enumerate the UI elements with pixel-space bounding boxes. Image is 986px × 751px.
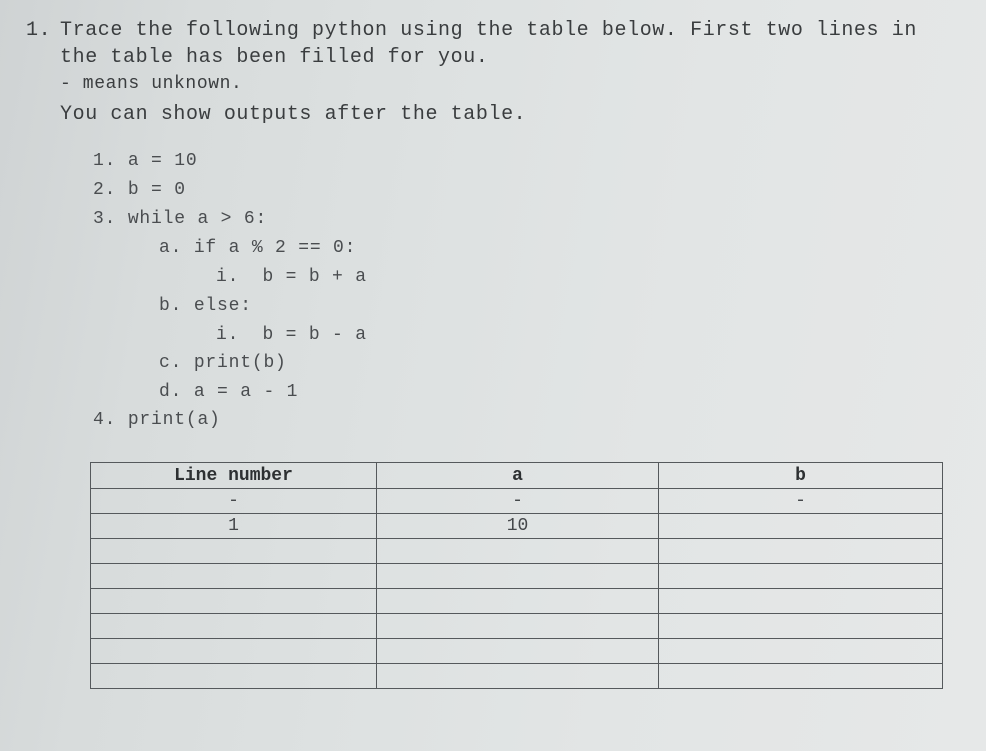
cell-b[interactable] [658,663,943,689]
table-row [90,563,943,589]
table-row [90,638,943,664]
table-row [90,588,943,614]
question-text-line-1: Trace the following python using the tab… [60,19,917,42]
question-text-line-4: You can show outputs after the table. [60,103,527,126]
code-line-text: a = 10 [127,151,198,171]
cell-a[interactable] [376,588,659,614]
table-row: - - - [90,488,943,514]
code-line: 4. print(a) [93,410,221,430]
code-line: 1. a = 10 [93,151,197,171]
header-b: b [658,462,943,489]
code-line: a. if a % 2 == 0: [159,238,356,258]
cell-line-number[interactable] [90,613,377,639]
code-line-label: 1. [93,151,117,171]
cell-b[interactable] [658,538,943,564]
code-line: d. a = a - 1 [159,382,298,402]
worksheet-page: 1. Trace the following python using the … [0,0,986,751]
code-line: 2. b = 0 [93,180,186,200]
cell-a[interactable] [376,563,659,589]
code-line-label: 2. [93,180,117,200]
cell-line-number[interactable] [90,638,377,664]
cell-a[interactable] [376,613,659,639]
cell-a[interactable] [376,638,659,664]
cell-b[interactable] [658,613,943,639]
cell-a[interactable]: - [376,488,659,514]
cell-line-number[interactable]: - [90,488,377,514]
cell-a[interactable] [376,663,659,689]
code-line-label: i. [216,267,240,287]
code-line-label: a. [159,238,183,258]
cell-line-number[interactable]: 1 [90,513,377,539]
cell-a[interactable]: 10 [376,513,659,539]
table-row [90,538,943,564]
code-line: c. print(b) [159,353,287,373]
code-line-label: b. [159,296,183,316]
question-number: 1. [26,19,52,42]
table-row [90,663,943,689]
cell-line-number[interactable] [90,538,377,564]
cell-line-number[interactable] [90,563,377,589]
cell-a[interactable] [376,538,659,564]
cell-b[interactable] [658,588,943,614]
cell-b[interactable] [658,513,943,539]
table-header-row: Line number a b [90,462,943,489]
question-text-line-2: the table has been filled for you. [60,46,489,69]
code-line-label: d. [159,382,183,402]
header-a: a [376,462,659,489]
cell-line-number[interactable] [90,588,377,614]
code-line-text: b = b - a [262,325,367,345]
cell-line-number[interactable] [90,663,377,689]
question-text-line-3: - means unknown. [60,74,243,94]
code-line-text: b = b + a [262,267,367,287]
code-line-text: print(b) [193,353,287,373]
code-line-text: b = 0 [127,180,186,200]
trace-table: Line number a b - - - 1 10 [90,462,943,689]
cell-b[interactable] [658,563,943,589]
code-line: 3. while a > 6: [93,209,267,229]
code-line-label: i. [216,325,240,345]
table-row [90,613,943,639]
cell-b[interactable] [658,638,943,664]
code-line: i. b = b + a [216,267,367,287]
code-line: b. else: [159,296,252,316]
code-line-text: else: [193,296,252,316]
code-line-label: c. [159,353,183,373]
code-line-text: a = a - 1 [193,382,299,402]
code-line-label: 4. [93,410,117,430]
code-line-label: 3. [93,209,117,229]
cell-b[interactable]: - [658,488,943,514]
code-line-text: while a > 6: [127,209,268,229]
code-line-text: print(a) [127,410,221,430]
header-line-number: Line number [90,462,377,489]
code-line-text: if a % 2 == 0: [193,238,357,258]
code-line: i. b = b - a [216,325,367,345]
table-row: 1 10 [90,513,943,539]
